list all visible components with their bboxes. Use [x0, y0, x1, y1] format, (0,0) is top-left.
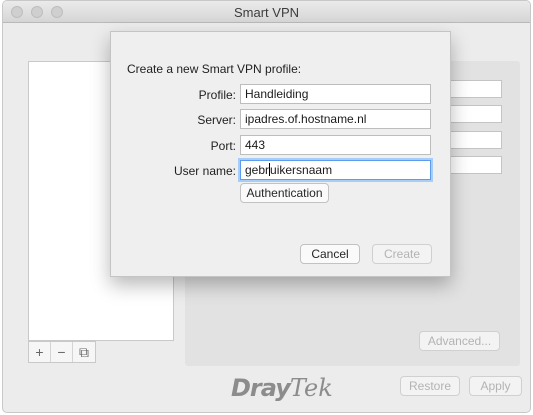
draytek-logo: DrayTek: [231, 374, 333, 402]
add-profile-button[interactable]: +: [29, 342, 51, 362]
profile-label: Profile:: [198, 88, 236, 102]
create-button[interactable]: Create: [372, 244, 432, 264]
title-bar[interactable]: Smart VPN: [3, 1, 530, 23]
restore-button[interactable]: Restore: [400, 376, 460, 396]
profile-field[interactable]: Handleiding: [240, 84, 431, 104]
apply-button[interactable]: Apply: [469, 376, 522, 396]
advanced-button[interactable]: Advanced...: [419, 331, 500, 351]
new-profile-dialog: Create a new Smart VPN profile: Profile:…: [110, 31, 451, 277]
dialog-heading: Create a new Smart VPN profile:: [127, 62, 302, 76]
port-label: Port:: [210, 139, 236, 153]
smart-vpn-window: Smart VPN + − ⧉ Advanced... DrayTek Rest…: [2, 0, 531, 413]
username-label: User name:: [173, 164, 236, 178]
remove-profile-button[interactable]: −: [51, 342, 73, 362]
username-field[interactable]: gebruikersnaam: [240, 160, 431, 180]
username-text-before-cursor: gebr: [245, 163, 270, 177]
authentication-button[interactable]: Authentication: [240, 183, 329, 203]
window-title: Smart VPN: [233, 5, 299, 20]
username-text-after-cursor: uikersnaam: [270, 163, 333, 177]
server-field[interactable]: ipadres.of.hostname.nl: [240, 109, 431, 129]
port-field[interactable]: 443: [240, 135, 431, 155]
profile-list-controls: + − ⧉: [28, 341, 96, 363]
duplicate-profile-button[interactable]: ⧉: [73, 342, 95, 362]
server-label: Server:: [197, 113, 236, 127]
cancel-button[interactable]: Cancel: [300, 244, 360, 264]
